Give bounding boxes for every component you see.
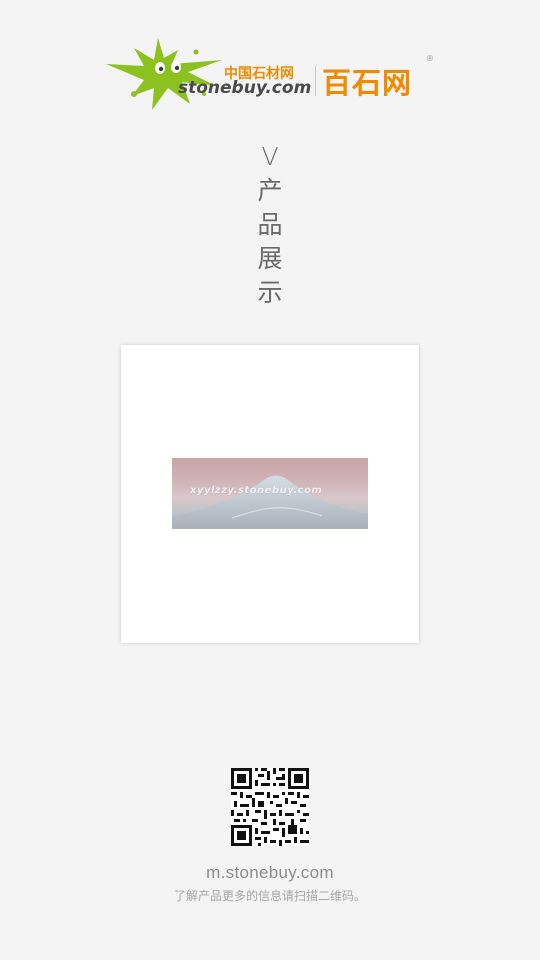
logo-brand-name: 百石网 xyxy=(322,66,413,100)
section-title-char: 品 xyxy=(257,210,283,239)
section-title-char: V xyxy=(261,142,279,171)
section-title-char: 展 xyxy=(257,244,283,273)
qr-code-icon xyxy=(231,768,309,846)
registered-mark: ® xyxy=(426,54,434,63)
site-logo[interactable]: 中国石材网 stonebuy.com 百石网 ® xyxy=(104,34,440,112)
image-watermark: xyylzzy.stonebuy.com xyxy=(190,485,323,496)
logo-divider xyxy=(315,66,316,96)
logo-domain-text: stonebuy.com xyxy=(178,78,312,98)
green-star-splash-icon xyxy=(106,38,222,110)
scan-hint-text: 了解产品更多的信息请扫描二维码。 xyxy=(173,889,366,903)
section-title-char: 产 xyxy=(257,176,283,205)
product-card[interactable]: xyylzzy.stonebuy.com xyxy=(121,345,419,643)
section-title-char: 示 xyxy=(257,278,283,307)
product-image[interactable]: xyylzzy.stonebuy.com xyxy=(172,458,368,529)
site-url[interactable]: m.stonebuy.com xyxy=(0,863,540,883)
section-title: V 产 品 展 示 xyxy=(247,140,293,310)
